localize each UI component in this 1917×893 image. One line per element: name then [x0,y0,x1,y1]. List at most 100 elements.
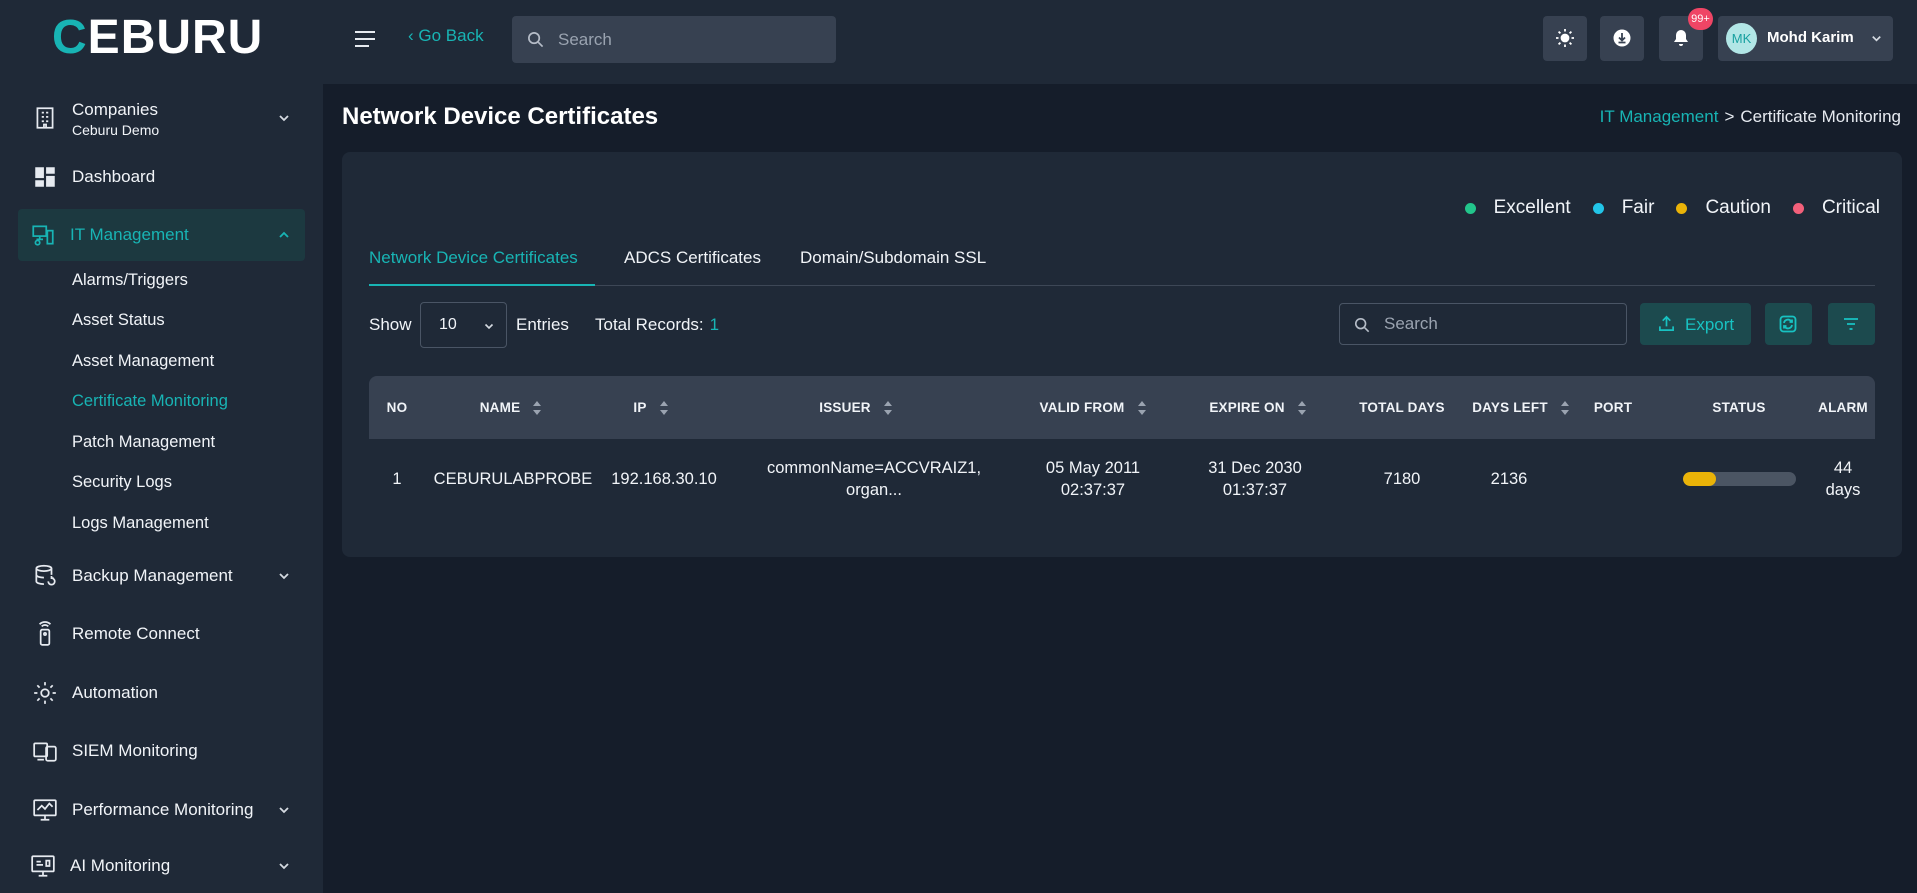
chevron-down-icon [277,803,291,817]
col-days-left[interactable]: DAYS LEFT [1459,376,1583,439]
legend-caution: Caution [1676,197,1771,219]
col-issuer[interactable]: ISSUER [759,376,953,439]
sidebar-subitem-certificate-monitoring[interactable]: Certificate Monitoring [72,392,228,411]
status-bar [1682,472,1796,486]
sort-icon [659,400,668,415]
table-search-input[interactable] [1384,304,1614,344]
breadcrumb-link[interactable]: IT Management [1600,107,1719,126]
search-icon [527,31,544,48]
page-size-value: 10 [439,316,457,333]
sidebar-subitem-asset-management[interactable]: Asset Management [72,352,214,371]
ceburu-logo[interactable]: C EBURU [52,14,263,62]
chevron-up-icon [277,228,291,242]
sidebar-item-backup-management[interactable]: Backup Management [18,550,305,602]
certificates-card: Excellent Fair Caution Critical Network … [342,152,1902,557]
cell-total-days: 7180 [1383,470,1421,488]
sidebar-item-ai-monitoring[interactable]: AI Monitoring [18,840,305,892]
user-name: Mohd Karim [1767,29,1854,46]
breadcrumb-separator: > [1724,107,1735,126]
legend-dot [1464,202,1476,214]
cell-ip: 192.168.30.10 [611,470,717,488]
legend-critical: Critical [1792,197,1880,219]
col-no: NO [369,376,425,439]
refresh-button[interactable] [1765,303,1812,345]
sun-icon [1556,29,1574,47]
sidebar-item-siem-monitoring[interactable]: SIEM Monitoring [18,725,305,777]
global-search[interactable] [512,16,836,63]
download-icon [1613,29,1631,47]
legend-label: Fair [1621,197,1655,218]
header-label: NO [386,400,408,415]
sidebar-subitem-asset-status[interactable]: Asset Status [72,311,165,330]
certificates-table: NO NAME IP ISSUER VALID FROM EXPIRE ON T… [369,376,1875,519]
col-valid-from[interactable]: VALID FROM [1025,376,1161,439]
company-name: Ceburu Demo [72,122,160,138]
page-size-select[interactable]: 10 [420,302,507,348]
legend-label: Critical [1821,197,1880,218]
header-label: EXPIRE ON [1209,400,1285,415]
sort-icon [1297,400,1306,415]
global-search-input[interactable] [558,16,818,63]
sidebar-label: Dashboard [72,167,156,186]
status-bar-fill [1682,472,1717,486]
theme-toggle-button[interactable] [1543,16,1587,61]
sidebar-label: AI Monitoring [70,856,171,875]
tab-domain-subdomain-ssl[interactable]: Domain/Subdomain SSL [800,236,986,286]
tab-adcs-certificates[interactable]: ADCS Certificates [624,236,761,286]
export-button[interactable]: Export [1640,303,1751,345]
notifications-badge: 99+ [1688,8,1713,30]
table-header: NO NAME IP ISSUER VALID FROM EXPIRE ON T… [369,376,1875,439]
sidebar-item-dashboard[interactable]: Dashboard [18,151,305,203]
go-back-link[interactable]: ‹ Go Back [408,26,484,46]
sidebar-item-performance-monitoring[interactable]: Performance Monitoring [18,784,305,836]
sidebar-subitem-logs-management[interactable]: Logs Management [72,514,209,533]
user-menu[interactable]: MK Mohd Karim [1718,16,1893,61]
search-icon [1354,317,1370,333]
cell-no: 1 [392,470,402,488]
cell-valid-from: 05 May 2011 02:37:37 [1025,439,1161,519]
expire-on-time: 01:37:37 [1222,481,1288,499]
col-name[interactable]: NAME [441,376,581,439]
sidebar-subitem-patch-management[interactable]: Patch Management [72,433,215,452]
sidebar-item-companies[interactable]: Companies Ceburu Demo [18,92,305,144]
show-label: Show [369,315,412,334]
menu-toggle-icon[interactable] [354,30,376,48]
col-port: PORT [1583,376,1643,439]
export-label: Export [1685,315,1735,334]
sidebar-item-automation[interactable]: Automation [18,667,305,719]
chevron-down-icon [277,859,291,873]
building-icon [32,105,58,131]
header-label: VALID FROM [1039,400,1125,415]
entries-label: Entries [516,315,569,334]
col-expire-on[interactable]: EXPIRE ON [1187,376,1329,439]
legend-dot [1676,202,1688,214]
sidebar-item-it-management[interactable]: IT Management [18,209,305,261]
sort-icon [1137,400,1146,415]
logo-letter-c: C [52,11,88,64]
sidebar-subitem-alarms[interactable]: Alarms/Triggers [72,271,188,290]
monitor-chart-icon [32,797,58,823]
table-search[interactable] [1339,303,1627,345]
valid-from-time: 02:37:37 [1060,481,1126,499]
download-button[interactable] [1600,16,1644,61]
cell-days-left: 2136 [1490,470,1528,488]
sort-icon [533,400,542,415]
sort-icon [1560,400,1569,415]
filter-button[interactable] [1828,303,1875,345]
breadcrumb: IT Management > Certificate Monitoring [1600,107,1901,127]
tab-network-device-certificates[interactable]: Network Device Certificates [369,236,595,286]
bell-icon [1674,30,1688,46]
col-ip[interactable]: IP [599,376,703,439]
sidebar-subitem-security-logs[interactable]: Security Logs [72,473,172,492]
col-status: STATUS [1679,376,1799,439]
ai-monitor-icon [30,853,56,879]
table-row[interactable]: 1 CEBURULABPROBE 192.168.30.10 commonNam… [369,439,1875,519]
header-label: NAME [479,400,521,415]
header-label: IP [633,400,647,415]
issuer-line: commonName=ACCVRAIZ1, [766,459,982,477]
header-label: ISSUER [819,400,871,415]
total-records-label: Total Records: [595,315,704,334]
sidebar-item-remote-connect[interactable]: Remote Connect [18,608,305,660]
page-title: Network Device Certificates [342,103,659,130]
database-icon [32,563,58,589]
